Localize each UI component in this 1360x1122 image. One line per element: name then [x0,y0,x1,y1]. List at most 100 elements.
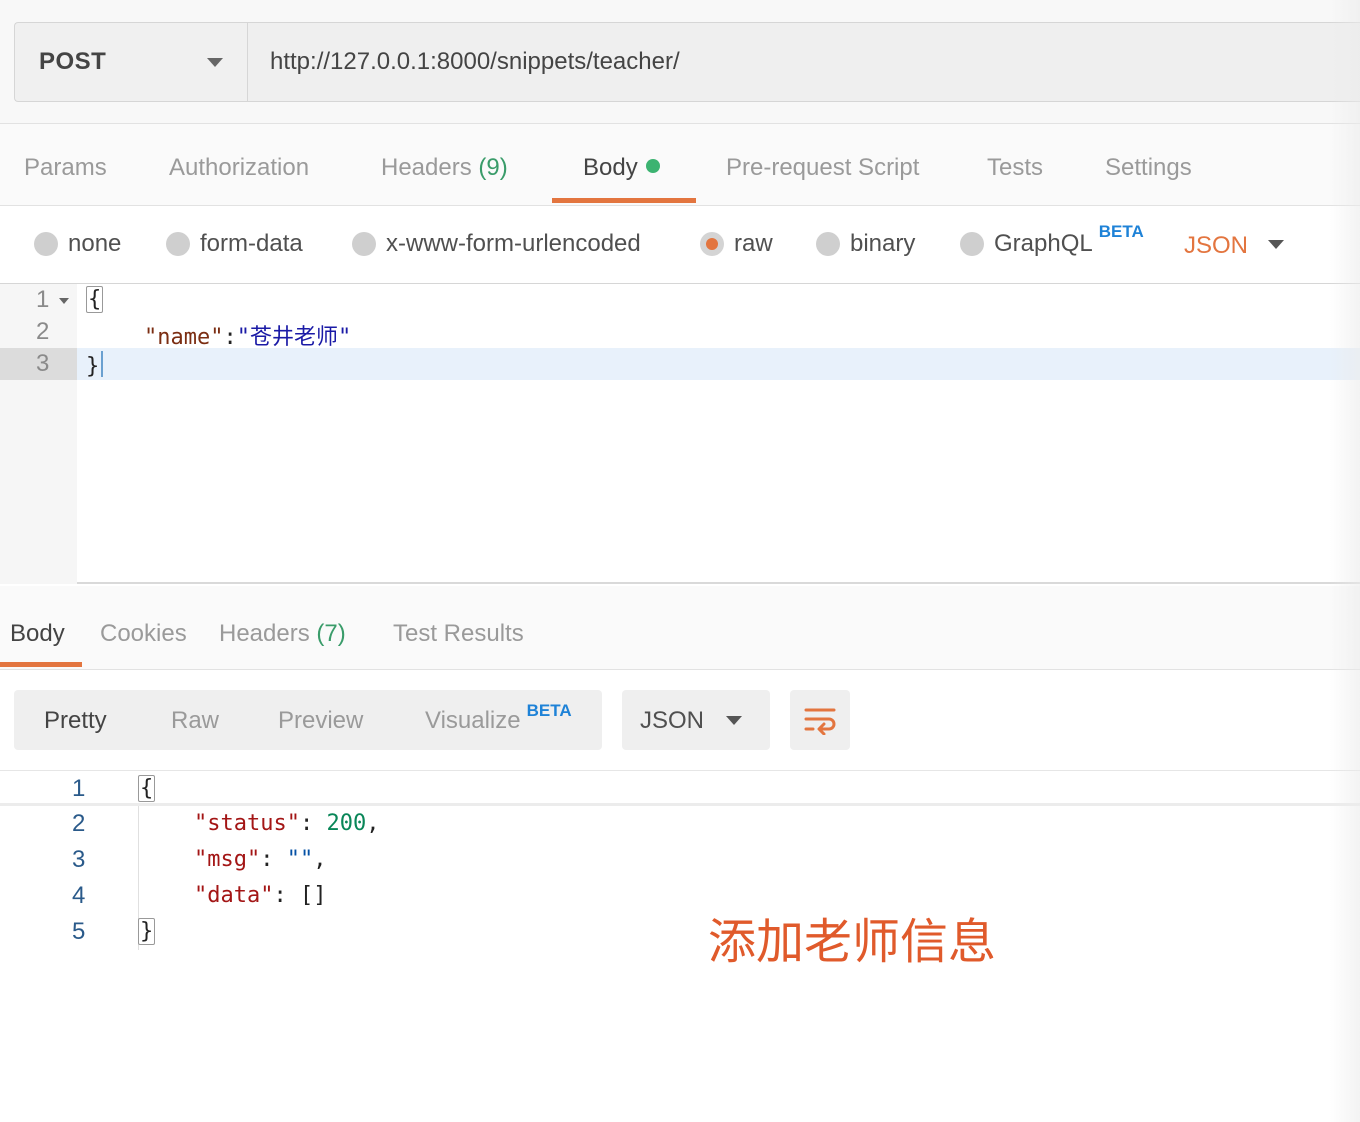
brace-close: } [86,354,100,379]
code-text: { [138,775,156,802]
tab-label: Body [583,154,638,181]
url-text: http://127.0.0.1:8000/snippets/teacher/ [270,48,680,75]
response-line: 4 "data": [] [0,878,1360,914]
code-text: "data": [] [194,883,327,908]
line-number: 3 [36,350,50,377]
json-key: "name" [144,325,224,350]
radio-graphql[interactable]: GraphQL BETA [960,222,1144,258]
radio-label: form-data [200,230,303,257]
view-pretty-button[interactable]: Pretty [44,707,107,735]
radio-form-data[interactable]: form-data [166,230,303,258]
response-tab-body[interactable]: Body [10,620,65,648]
json-value: [] [299,883,327,908]
radio-x-www-form-urlencoded[interactable]: x-www-form-urlencoded [352,230,641,258]
json-comma: , [366,811,380,836]
response-format-select[interactable]: JSON [622,690,770,750]
tab-label: Settings [1105,154,1192,181]
tab-label: Headers [381,154,472,181]
radio-none[interactable]: none [34,230,121,258]
radio-raw[interactable]: raw [700,230,773,258]
code-text: "msg": "", [194,847,327,872]
line-number: 5 [72,918,86,945]
active-tab-indicator [0,662,82,667]
json-value: "" [286,847,314,872]
radio-label: raw [734,230,773,257]
method-label: POST [39,48,107,75]
editor-line-current: 3 } [0,348,1360,380]
response-line: 2 "status": 200, [0,806,1360,842]
radio-label: GraphQL [994,230,1093,257]
tab-label: Tests [987,154,1044,181]
view-visualize-button[interactable]: Visualize BETA [425,701,572,735]
radio-circle-icon [960,232,984,256]
active-tab-indicator [552,198,696,203]
wrap-lines-button[interactable] [790,690,850,750]
tab-body[interactable]: Body [583,154,660,182]
json-value: 200 [326,811,367,836]
chevron-down-icon [207,58,223,67]
response-tab-cookies[interactable]: Cookies [100,620,187,648]
body-type-selector: none form-data x-www-form-urlencoded raw… [0,206,1360,284]
radio-label: binary [850,230,916,257]
tab-label: Authorization [169,154,310,181]
request-url-bar: POST http://127.0.0.1:8000/snippets/teac… [0,0,1360,124]
tab-label: Pre-request Script [726,154,920,181]
headers-count: (7) [316,620,346,647]
method-select[interactable]: POST [14,22,248,102]
json-key: "status" [194,811,300,836]
radio-label: none [68,230,122,257]
line-number: 3 [72,846,86,873]
tab-label: Test Results [393,620,524,647]
tab-label: Headers [219,620,310,647]
chevron-down-icon[interactable] [1268,240,1284,249]
view-preview-button[interactable]: Preview [278,707,363,735]
code-text: "status": 200, [194,811,380,836]
response-toolbar: Pretty Raw Preview Visualize BETA JSON [0,670,1360,770]
format-label: JSON [640,707,705,734]
request-body-editor[interactable]: 1 { 2 "name":"苍井老师" 3 } [0,284,1360,584]
editor-line: 1 { [0,284,1360,316]
tab-settings[interactable]: Settings [1105,154,1192,182]
line-number: 4 [72,882,86,909]
radio-circle-icon [166,232,190,256]
tab-headers[interactable]: Headers (9) [381,154,508,182]
json-separator: : [223,325,237,350]
brace-close: } [138,918,156,945]
tab-params[interactable]: Params [24,154,107,182]
tab-tests[interactable]: Tests [987,154,1043,182]
response-tabs: Body Cookies Headers (7) Test Results [0,586,1360,670]
response-tab-headers[interactable]: Headers (7) [219,620,346,648]
tab-pre-request-script[interactable]: Pre-request Script [726,154,919,182]
code-text: } [138,918,156,945]
tab-authorization[interactable]: Authorization [169,154,309,182]
chevron-down-icon [726,716,742,725]
text-cursor [101,351,104,377]
tab-label: Body [10,620,65,647]
response-line: 5 } [0,914,1360,950]
url-input[interactable]: http://127.0.0.1:8000/snippets/teacher/ [247,22,1360,102]
json-comma: , [313,847,327,872]
code-text: } [86,351,104,379]
radio-circle-icon [352,232,376,256]
response-line: 1 { [0,770,1360,806]
editor-line: 2 "name":"苍井老师" [0,316,1360,351]
request-tabs: Params Authorization Headers (9) Body Pr… [0,124,1360,206]
line-number: 2 [72,810,86,837]
json-key: "msg" [194,847,261,872]
status-dot-icon [645,159,660,173]
fold-toggle-icon[interactable] [59,298,69,304]
response-tab-test-results[interactable]: Test Results [393,620,524,648]
code-text: "name":"苍井老师" [144,319,351,351]
body-format-select[interactable]: JSON [1184,232,1248,260]
annotation-text: 添加老师信息 [708,914,997,970]
brace-open: { [86,286,104,313]
radio-label: x-www-form-urlencoded [386,230,641,257]
tab-label: Params [24,154,107,181]
response-line: 3 "msg": "", [0,842,1360,878]
line-number: 2 [36,318,50,345]
code-text: { [86,286,104,313]
tab-label: Cookies [100,620,187,647]
radio-binary[interactable]: binary [816,230,915,258]
beta-badge: BETA [1098,222,1144,241]
view-raw-button[interactable]: Raw [171,707,219,735]
